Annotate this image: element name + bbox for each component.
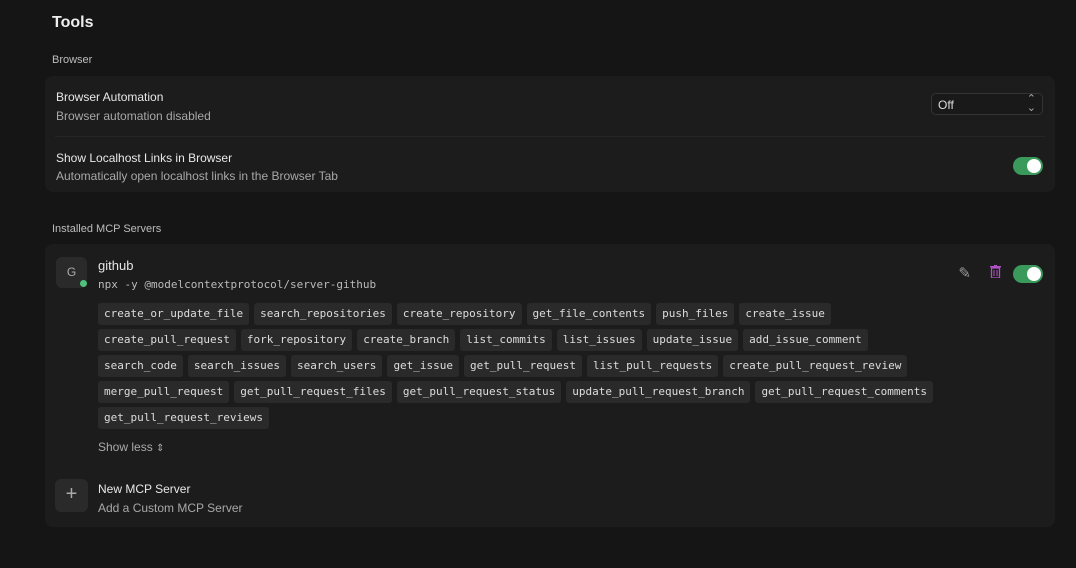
edit-pencil-icon[interactable]: ✎ xyxy=(958,264,971,282)
trash-icon[interactable] xyxy=(990,265,1001,279)
tool-chip: push_files xyxy=(656,303,735,325)
tool-row: search_code search_issues search_users get_… xyxy=(98,355,938,377)
browser-section-label: Browser xyxy=(52,54,93,66)
tool-chip: get_pull_request_status xyxy=(396,381,562,403)
tool-list: create_or_update_file search_repositories… xyxy=(98,303,938,433)
tool-chip: fork_repository xyxy=(240,329,353,351)
tool-chip: create_issue xyxy=(739,303,831,325)
tool-chip: update_issue xyxy=(646,329,739,351)
browser-automation-select[interactable]: Off ⌃ ⌄ xyxy=(931,93,1043,115)
tool-chip: get_file_contents xyxy=(526,303,652,325)
status-dot-icon xyxy=(80,280,87,287)
tool-chip: create_pull_request_review xyxy=(723,355,908,377)
new-server-button[interactable]: New MCP Server Add a Custom MCP Server xyxy=(98,482,243,515)
tool-chip: update_pull_request_branch xyxy=(566,381,751,403)
browser-automation-title: Browser Automation xyxy=(56,90,164,104)
tool-chip: search_code xyxy=(98,355,183,377)
tool-chip: list_commits xyxy=(460,329,552,351)
tool-chip: get_pull_request_comments xyxy=(755,381,934,403)
server-name: github xyxy=(98,258,134,273)
server-command: npx -y @modelcontextprotocol/server-gith… xyxy=(98,278,377,291)
new-server-subtitle: Add a Custom MCP Server xyxy=(98,501,243,515)
tool-row: get_pull_request_reviews xyxy=(98,407,938,429)
localhost-links-toggle[interactable] xyxy=(1013,157,1043,175)
tool-chip: merge_pull_request xyxy=(98,381,230,403)
tool-chip: add_issue_comment xyxy=(743,329,868,351)
tool-chip: get_issue xyxy=(387,355,460,377)
localhost-links-subtitle: Automatically open localhost links in th… xyxy=(56,169,338,183)
localhost-links-row: Show Localhost Links in Browser Automati… xyxy=(56,151,1044,183)
tool-chip: list_issues xyxy=(556,329,642,351)
tool-chip: list_pull_requests xyxy=(587,355,719,377)
tool-row: create_pull_request fork_repository create… xyxy=(98,329,938,351)
show-less-button[interactable]: Show less ⇕ xyxy=(98,440,164,454)
tool-chip: create_branch xyxy=(357,329,456,351)
new-server-title: New MCP Server xyxy=(98,482,191,496)
tool-chip: create_pull_request xyxy=(98,329,236,351)
browser-automation-value: Off xyxy=(938,98,954,112)
tool-chip: create_or_update_file xyxy=(98,303,250,325)
tool-row: create_or_update_file search_repositories… xyxy=(98,303,938,325)
add-server-plus-icon[interactable]: + xyxy=(55,479,88,512)
chevron-updown-icon: ⇕ xyxy=(156,443,165,454)
tool-chip: get_pull_request_files xyxy=(234,381,392,403)
browser-automation-subtitle: Browser automation disabled xyxy=(56,109,211,123)
browser-settings-card: Browser Automation Browser automation di… xyxy=(45,76,1055,192)
server-enable-toggle[interactable] xyxy=(1013,265,1043,283)
mcp-section-label: Installed MCP Servers xyxy=(52,223,162,235)
localhost-links-title: Show Localhost Links in Browser xyxy=(56,151,233,165)
tool-chip: create_repository xyxy=(396,303,522,325)
tool-chip: get_pull_request xyxy=(464,355,583,377)
show-less-label: Show less xyxy=(98,440,153,454)
page-title: Tools xyxy=(52,14,94,31)
divider xyxy=(55,136,1045,137)
browser-automation-row: Browser Automation Browser automation di… xyxy=(56,90,1044,123)
mcp-servers-card: G github npx -y @modelcontextprotocol/se… xyxy=(45,244,1055,527)
tool-chip: search_repositories xyxy=(254,303,392,325)
tool-chip: get_pull_request_reviews xyxy=(98,407,269,429)
chevron-updown-icon: ⌃ ⌄ xyxy=(1026,93,1036,114)
tool-row: merge_pull_request get_pull_request_files… xyxy=(98,381,938,403)
tool-chip: search_users xyxy=(290,355,383,377)
tool-chip: search_issues xyxy=(187,355,286,377)
